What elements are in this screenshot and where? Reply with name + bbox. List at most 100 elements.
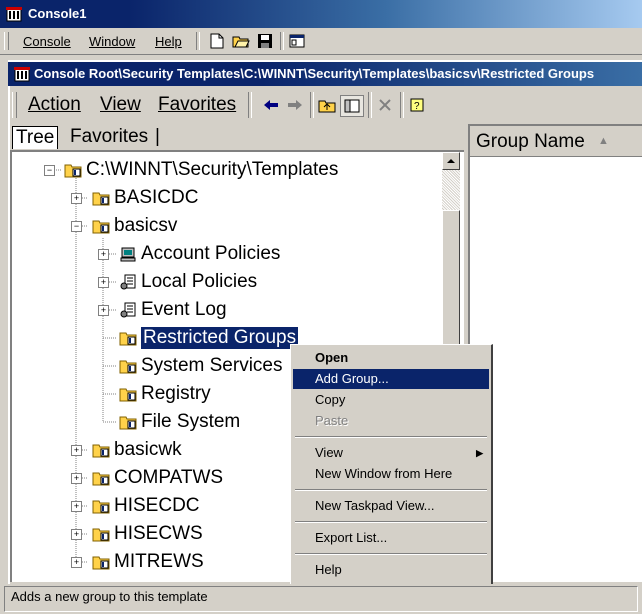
- menu-bar: Console Window Help: [0, 28, 642, 55]
- tree-node[interactable]: basicsv: [92, 213, 177, 239]
- ctx-export-list[interactable]: Export List...: [293, 528, 489, 548]
- tree-label: basicsv: [114, 215, 178, 236]
- mmc-console-icon: [6, 7, 22, 22]
- menu-help-label: Help: [155, 34, 182, 49]
- tree-node[interactable]: System Services: [119, 353, 282, 379]
- column-header-group-name[interactable]: Group Name ▲: [470, 126, 642, 157]
- tree-tabs: Tree Favorites |: [10, 124, 462, 150]
- template-folder-icon: [64, 164, 82, 178]
- tree-expander[interactable]: +: [71, 193, 82, 204]
- menu-window[interactable]: Window: [89, 34, 135, 49]
- app-title-bar[interactable]: Console1: [0, 0, 642, 28]
- ctx-copy[interactable]: Copy: [293, 390, 489, 410]
- delete-button[interactable]: [374, 95, 396, 115]
- tree-node[interactable]: Event Log: [119, 297, 227, 323]
- ctx-label: New Taskpad View...: [315, 498, 435, 513]
- open-button[interactable]: [230, 31, 252, 51]
- toolbar-separator: [368, 92, 372, 118]
- tree-label: HISECWS: [114, 523, 203, 544]
- menu-console[interactable]: Console: [23, 34, 71, 49]
- tree-node[interactable]: HISECWS: [92, 521, 203, 547]
- tree-expander[interactable]: +: [71, 473, 82, 484]
- menu-window-label: Window: [89, 34, 136, 49]
- ctx-new-taskpad[interactable]: New Taskpad View...: [293, 496, 489, 516]
- new-button[interactable]: [206, 31, 228, 51]
- mmc-console-icon: [14, 67, 30, 82]
- tree-expander[interactable]: +: [98, 277, 109, 288]
- policy-doc-icon: [120, 274, 136, 290]
- computer-policy-icon: [120, 247, 136, 262]
- tree-node[interactable]: Registry: [119, 381, 211, 407]
- view-menu[interactable]: View: [100, 94, 141, 116]
- template-folder-icon: [92, 528, 110, 542]
- actionbar-grip[interactable]: [12, 92, 17, 118]
- tree-label: C:\WINNT\Security\Templates: [86, 159, 339, 180]
- tree-expander[interactable]: −: [44, 165, 55, 176]
- tree-expander[interactable]: +: [98, 305, 109, 316]
- tree-node[interactable]: Local Policies: [119, 269, 257, 295]
- sort-ascending-icon: ▲: [598, 135, 609, 147]
- ctx-view[interactable]: View ▶: [293, 443, 489, 463]
- tab-tree[interactable]: Tree: [12, 126, 59, 149]
- help-button[interactable]: ?: [406, 95, 428, 115]
- policy-doc-icon: [120, 302, 136, 318]
- tree-expander[interactable]: −: [71, 221, 82, 232]
- ctx-open[interactable]: Open: [293, 348, 489, 368]
- scroll-up-button[interactable]: [442, 152, 460, 170]
- tree-node[interactable]: basicwk: [92, 437, 182, 463]
- details-pane[interactable]: Group Name ▲: [468, 124, 642, 582]
- toolbar-separator: [400, 92, 404, 118]
- save-disk-icon: [258, 34, 272, 48]
- tree-node[interactable]: MITREWS: [92, 549, 204, 575]
- svg-text:?: ?: [414, 101, 420, 112]
- ctx-add-group[interactable]: Add Group...: [293, 369, 489, 389]
- ctx-help[interactable]: Help: [293, 560, 489, 580]
- scroll-track[interactable]: [442, 170, 460, 210]
- submenu-arrow-icon: ▶: [476, 448, 483, 458]
- tree-expander[interactable]: +: [98, 249, 109, 260]
- show-hide-tree-button[interactable]: [340, 95, 364, 117]
- menubar-grip[interactable]: [4, 32, 9, 50]
- tree-expander[interactable]: +: [71, 529, 82, 540]
- ctx-label: Copy: [315, 392, 346, 407]
- ctx-label: Add Group...: [315, 371, 389, 386]
- child-title-bar[interactable]: Console Root\Security Templates\C:\WINNT…: [8, 62, 642, 86]
- up-one-level-button[interactable]: [316, 95, 338, 115]
- scroll-up-arrow-icon: [447, 159, 455, 163]
- ctx-new-window[interactable]: New Window from Here: [293, 464, 489, 484]
- tree-label: BASICDC: [114, 187, 199, 208]
- new-window-button[interactable]: [286, 31, 308, 51]
- forward-button[interactable]: [284, 95, 306, 115]
- template-folder-icon: [92, 220, 110, 234]
- template-folder-icon: [92, 192, 110, 206]
- tree-expander[interactable]: +: [71, 445, 82, 456]
- ctx-label: New Window from Here: [315, 466, 453, 481]
- toolbar-separator: [280, 32, 284, 50]
- ctx-label: Paste: [315, 413, 349, 428]
- tree-label: System Services: [141, 355, 283, 376]
- tree-node[interactable]: HISECDC: [92, 493, 200, 519]
- menu-separator: [295, 521, 487, 523]
- ctx-paste: Paste: [293, 411, 489, 431]
- tree-label: Event Log: [141, 299, 227, 320]
- favorites-menu[interactable]: Favorites: [158, 94, 236, 116]
- menu-help[interactable]: Help: [155, 34, 182, 49]
- back-button[interactable]: [260, 95, 282, 115]
- tree-node[interactable]: BASICDC: [92, 185, 198, 211]
- tree-node[interactable]: Account Policies: [119, 241, 280, 267]
- tree-expander[interactable]: +: [71, 557, 82, 568]
- tree-node-root[interactable]: C:\WINNT\Security\Templates: [64, 157, 338, 183]
- up-folder-icon: [318, 100, 336, 113]
- tree-expander[interactable]: +: [71, 501, 82, 512]
- save-button[interactable]: [254, 31, 276, 51]
- action-menu[interactable]: Action: [28, 94, 81, 116]
- context-menu: Open Add Group... Copy Paste View ▶ New W…: [290, 344, 493, 587]
- action-toolbar: Action View Favorites ?: [8, 88, 642, 122]
- tree-node[interactable]: File System: [119, 409, 240, 435]
- tree-node-selected[interactable]: Restricted Groups: [119, 325, 300, 351]
- tab-favorites[interactable]: Favorites: [70, 126, 148, 148]
- tree-label: Account Policies: [141, 243, 281, 264]
- tree-node[interactable]: COMPATWS: [92, 465, 223, 491]
- tree-label: Registry: [141, 383, 211, 404]
- window-title: Console1: [28, 6, 87, 21]
